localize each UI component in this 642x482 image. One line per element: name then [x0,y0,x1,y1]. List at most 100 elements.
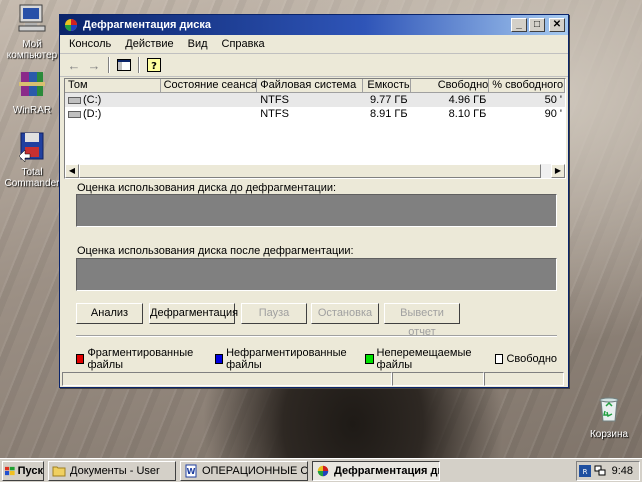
start-button[interactable]: Пуск [2,460,44,481]
svg-text:W: W [187,467,196,476]
taskbar-item-defrag[interactable]: Дефрагментация ди... [312,460,440,481]
capacity: 8.91 ГБ [369,108,408,120]
menu-bar: Консоль Действие Вид Справка [60,35,568,54]
word-document-icon: W [185,464,197,477]
status-pane [484,372,564,386]
before-defrag-display [76,194,557,227]
status-pane [62,372,392,386]
my-computer-icon [18,4,46,32]
before-defrag-label: Оценка использования диска до дефрагмент… [77,182,337,194]
task-label: ОПЕРАЦИОННЫЕ СИСТ... [202,464,308,477]
legend-free: Свободно [506,353,558,365]
legend-contiguous: Нефрагментированные файлы [226,347,347,371]
column-percent-free[interactable]: % свободного мест [489,79,565,93]
volume-name: (D:) [83,108,102,120]
scroll-right-icon[interactable]: ▶ [551,164,565,178]
column-volume[interactable]: Том [65,79,161,93]
hard-drive-icon [68,110,81,118]
hard-drive-icon [68,96,81,104]
toolbar-separator [108,57,110,73]
stop-button[interactable]: Остановка [311,303,379,324]
column-session-status[interactable]: Состояние сеанса [160,79,258,93]
scroll-track[interactable] [79,164,551,178]
svg-text:?: ? [151,61,157,72]
defragment-button[interactable]: Дефрагментация [149,303,238,324]
scroll-left-icon[interactable]: ◀ [65,164,79,178]
taskbar-item-documents[interactable]: Документы - User [48,460,176,481]
capacity: 9.77 ГБ [369,94,408,106]
taskbar: Пуск Документы - User W ОПЕРАЦИОННЫЕ СИС… [0,458,642,482]
menu-view[interactable]: Вид [181,38,215,50]
view-report-button[interactable]: Вывести отчет [384,303,460,338]
network-icon[interactable] [594,465,606,477]
column-file-system[interactable]: Файловая система [257,79,363,93]
title-bar[interactable]: Дефрагментация диска _ □ ✕ [60,15,568,35]
taskbar-item-word-document[interactable]: W ОПЕРАЦИОННЫЕ СИСТ... [180,460,308,481]
window-title: Дефрагментация диска [83,19,212,31]
toolbar-separator [138,57,140,73]
analyze-button[interactable]: Анализ [76,303,143,324]
svg-text:R: R [582,468,587,476]
desktop-icon-my-computer[interactable]: Мой компьютер [0,2,64,61]
toolbar: ← → ? [60,54,568,77]
free-space-swatch [495,354,504,364]
pause-button[interactable]: Пауза [241,303,307,324]
total-commander-icon [18,132,44,163]
free-space: 4.96 ГБ [448,94,487,106]
free-space: 8.10 ГБ [448,108,487,120]
minimize-button[interactable]: _ [511,18,527,32]
column-capacity[interactable]: Емкость [362,79,411,93]
contiguous-swatch [214,354,224,364]
task-label: Дефрагментация ди... [334,464,439,477]
show-hide-console-tree-icon[interactable] [114,56,134,74]
horizontal-scrollbar[interactable]: ◀ ▶ [65,164,565,178]
unmovable-swatch [365,354,374,364]
column-free-space[interactable]: Свободно [410,79,490,93]
defrag-app-icon [317,465,329,476]
percent-free: 90 ' [544,108,562,120]
forward-arrow-icon[interactable]: → [84,56,104,74]
list-header: Том Состояние сеанса Файловая система Ем… [65,79,565,93]
back-arrow-icon[interactable]: ← [64,56,84,74]
folder-icon [52,466,66,476]
clock[interactable]: 9:48 [612,465,633,477]
help-icon[interactable]: ? [144,56,164,74]
defrag-app-icon [65,19,77,31]
legend: Фрагментированные файлы Нефрагментирован… [76,347,568,371]
legend-unmovable: Неперемещаемые файлы [376,347,472,371]
desktop-icon-label: WinRAR [12,105,52,116]
session-status [161,93,258,107]
after-defrag-display [76,258,557,291]
windows-logo-icon [5,466,15,475]
volume-row-c[interactable]: (C:) NTFS 9.77 ГБ 4.96 ГБ 50 ' [65,93,565,107]
task-label: Документы - User [70,464,160,477]
recycle-bin-icon [599,397,619,422]
fragmented-swatch [76,354,85,364]
volume-list[interactable]: Том Состояние сеанса Файловая система Ем… [64,78,566,179]
divider [76,335,557,337]
desktop-icon-label: Total Commander [4,167,60,189]
file-system: NTFS [260,108,289,120]
legend-fragmented: Фрагментированные файлы [87,347,194,371]
session-status [161,107,258,121]
volume-name: (C:) [83,94,102,106]
volume-row-d[interactable]: (D:) NTFS 8.91 ГБ 8.10 ГБ 90 ' [65,107,565,121]
menu-help[interactable]: Справка [215,38,272,50]
after-defrag-label: Оценка использования диска после дефрагм… [77,245,354,257]
status-pane [392,372,484,386]
maximize-button[interactable]: □ [529,18,545,32]
winrar-icon [19,72,45,96]
desktop-icon-winrar[interactable]: WinRAR [0,68,64,116]
status-bar [62,372,566,386]
close-button[interactable]: ✕ [549,18,565,32]
menu-console[interactable]: Консоль [62,38,118,50]
language-icon[interactable]: R [578,465,591,477]
desktop-icon-total-commander[interactable]: Total Commander [0,130,64,189]
scroll-thumb[interactable] [79,164,541,178]
desktop-icon-label: Мой компьютер [6,39,58,61]
start-label: Пуск [17,464,43,477]
desktop-icon-recycle-bin[interactable]: Корзина [577,392,641,440]
file-system: NTFS [260,94,289,106]
desktop-icon-label: Корзина [589,429,629,440]
menu-action[interactable]: Действие [118,38,180,50]
